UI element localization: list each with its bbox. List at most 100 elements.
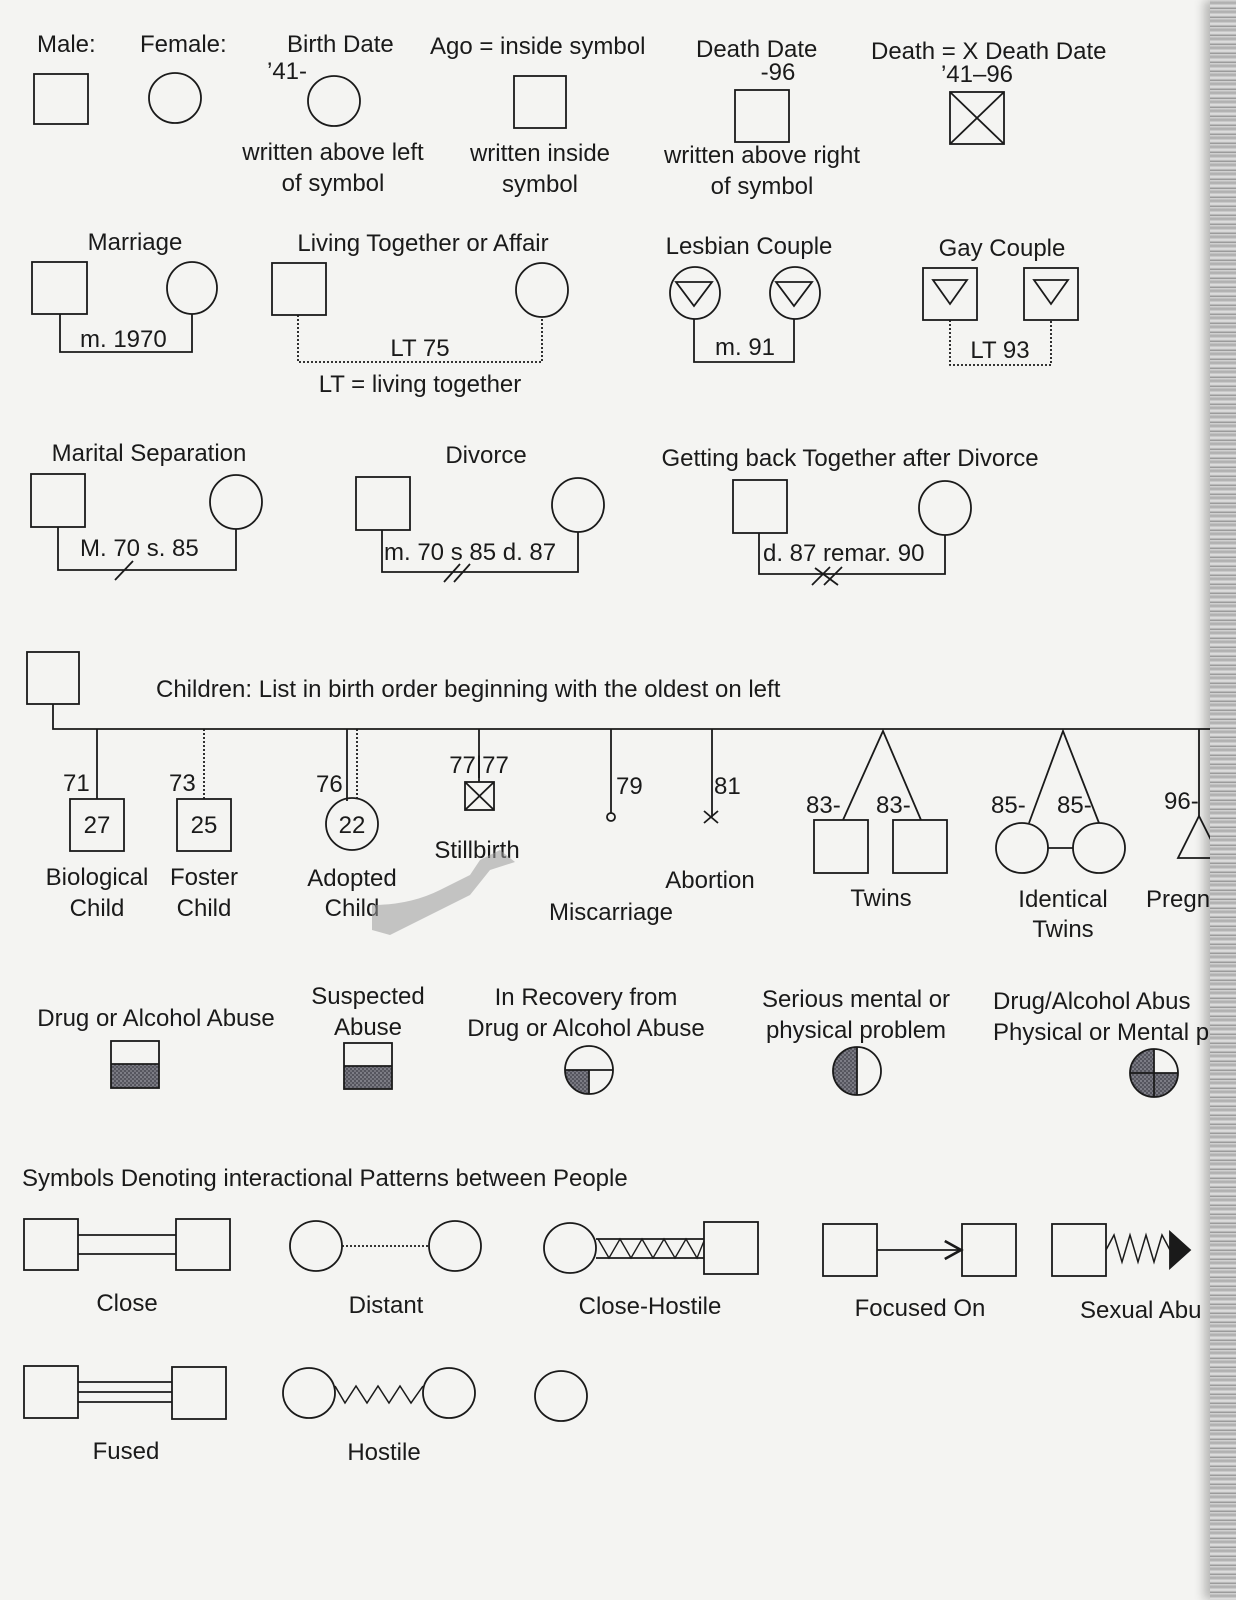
death-date-value: -96 — [761, 59, 796, 86]
male-square-icon — [31, 261, 88, 315]
divorce-line-label: m. 70 s 85 d. 87 — [384, 539, 556, 566]
birth-date-caption-1: written above left — [241, 139, 424, 166]
male-square-icon — [734, 89, 790, 143]
focused-on-relation: Focused On — [822, 1223, 1017, 1322]
genogram-legend: Male: Female: Birth Date ’41- written ab… — [22, 31, 1236, 1466]
biological-label-1: Biological — [46, 864, 149, 891]
drug-abuse-title: Drug or Alcohol Abuse — [37, 1005, 274, 1032]
biological-child: 71 27 Biological Child — [46, 729, 149, 922]
focused-on-label: Focused On — [855, 1295, 986, 1322]
foster-label-2: Child — [177, 895, 232, 922]
male-square-icon — [822, 1223, 878, 1277]
birth-date-group: Birth Date ’41- written above left of sy… — [241, 31, 424, 197]
serious-line-2: physical problem — [766, 1017, 946, 1044]
gay-symbol-icon — [922, 267, 978, 321]
lesbian-couple-title: Lesbian Couple — [666, 233, 833, 260]
male-square-icon — [732, 479, 788, 534]
marriage-line-label: m. 1970 — [80, 326, 167, 353]
separation-line-label: M. 70 s. 85 — [80, 535, 199, 562]
adopted-child: 76 22 Adopted Child — [307, 729, 397, 922]
abortion: 81 Abortion — [665, 729, 755, 894]
lesbian-symbol-icon — [769, 266, 821, 320]
adopted-age: 22 — [339, 812, 366, 839]
divorce-double-slash-icon — [443, 563, 471, 583]
birth-date-caption-2: of symbol — [282, 170, 385, 197]
sexual-abuse-label: Sexual Abu — [1080, 1297, 1201, 1324]
male-square-icon — [513, 75, 567, 129]
birth-date-title: Birth Date — [287, 31, 394, 58]
death-date-caption-2: of symbol — [711, 173, 814, 200]
female-circle-icon — [166, 261, 218, 315]
identical-year-right: 85- — [1057, 792, 1092, 819]
female-label: Female: — [140, 31, 227, 58]
half-shaded-square-icon — [343, 1042, 393, 1090]
separation-title: Marital Separation — [52, 440, 247, 467]
identical-label-1: Identical — [1018, 886, 1107, 913]
age-group: Ago = inside symbol written inside symbo… — [430, 33, 645, 198]
combined-line-2: Physical or Mental p — [993, 1019, 1209, 1046]
death-date-group: Death Date -96 written above right of sy… — [663, 36, 860, 200]
female-circle-icon — [534, 1370, 588, 1422]
parent-square-icon — [26, 651, 80, 705]
marriage-title: Marriage — [88, 229, 183, 256]
twins-label: Twins — [850, 885, 911, 912]
gay-line-label: LT 93 — [970, 337, 1029, 364]
deceased-x-square-icon — [949, 91, 1005, 145]
female-circle-icon — [551, 477, 605, 533]
divorce-title: Divorce — [445, 442, 526, 469]
identical-twins: 85- 85- Identical Twins — [991, 728, 1126, 943]
adopted-year: 76 — [316, 771, 343, 798]
serious-line-1: Serious mental or — [762, 986, 950, 1013]
recovery-line-1: In Recovery from — [495, 984, 678, 1011]
biological-age: 27 — [84, 812, 111, 839]
male-square-icon — [813, 819, 869, 874]
twins-year-right: 83- — [876, 792, 911, 819]
miscarriage-label: Miscarriage — [549, 899, 673, 926]
identical-label-2: Twins — [1032, 916, 1093, 943]
stillbirth-years: 77|77 — [449, 752, 509, 779]
female-circle-icon — [428, 1220, 482, 1272]
close-relation: Close — [23, 1218, 231, 1317]
close-hostile-label: Close-Hostile — [579, 1293, 722, 1320]
abortion-label: Abortion — [665, 867, 754, 894]
fused-relation: Fused — [23, 1365, 227, 1465]
suspected-line-2: Abuse — [334, 1014, 402, 1041]
combined-problem-group: Drug/Alcohol Abus Physical or Mental p — [993, 988, 1209, 1098]
male-label: Male: — [37, 31, 96, 58]
abortion-year: 81 — [714, 773, 741, 800]
stillbirth-x-square-icon — [464, 781, 495, 811]
female-circle-icon — [543, 1222, 597, 1274]
fused-label: Fused — [93, 1438, 160, 1465]
lesbian-line-label: m. 91 — [715, 334, 775, 361]
age-title: Ago = inside symbol — [430, 33, 645, 60]
twins-year-left: 83- — [806, 792, 841, 819]
suspected-abuse-group: Suspected Abuse — [311, 983, 425, 1090]
female-circle-icon — [209, 474, 263, 530]
female-circle-icon — [1072, 822, 1126, 874]
stillbirth: 77|77 Stillbirth — [434, 729, 520, 864]
female-symbol-group: Female: — [140, 31, 227, 124]
male-square-icon — [892, 819, 948, 874]
drug-abuse-group: Drug or Alcohol Abuse — [37, 1005, 275, 1089]
reunion-title: Getting back Together after Divorce — [661, 445, 1038, 472]
death-date-caption-1: written above right — [663, 142, 860, 169]
female-circle-icon — [282, 1367, 336, 1419]
pregnancy-year: 96- — [1164, 788, 1199, 815]
foster-child: 73 25 Foster Child — [169, 729, 238, 922]
three-quarter-shaded-circle-icon — [1129, 1048, 1179, 1098]
separation-group: Marital Separation M. 70 s. 85 — [30, 440, 263, 581]
close-label: Close — [96, 1290, 157, 1317]
serious-problem-group: Serious mental or physical problem — [762, 986, 950, 1096]
female-circle-icon — [307, 75, 361, 127]
biological-label-2: Child — [70, 895, 125, 922]
miscarriage-dot-icon — [606, 812, 616, 822]
foster-label-1: Foster — [170, 864, 238, 891]
recovery-group: In Recovery from Drug or Alcohol Abuse — [467, 984, 705, 1095]
hostile-relation: Hostile — [282, 1367, 476, 1466]
death-value: ’41–96 — [941, 61, 1013, 88]
close-hostile-relation: Close-Hostile — [543, 1221, 759, 1320]
birth-date-value: ’41- — [267, 58, 307, 85]
foster-age: 25 — [191, 812, 218, 839]
adopted-label-2: Child — [325, 895, 380, 922]
hostile-label: Hostile — [347, 1439, 420, 1466]
